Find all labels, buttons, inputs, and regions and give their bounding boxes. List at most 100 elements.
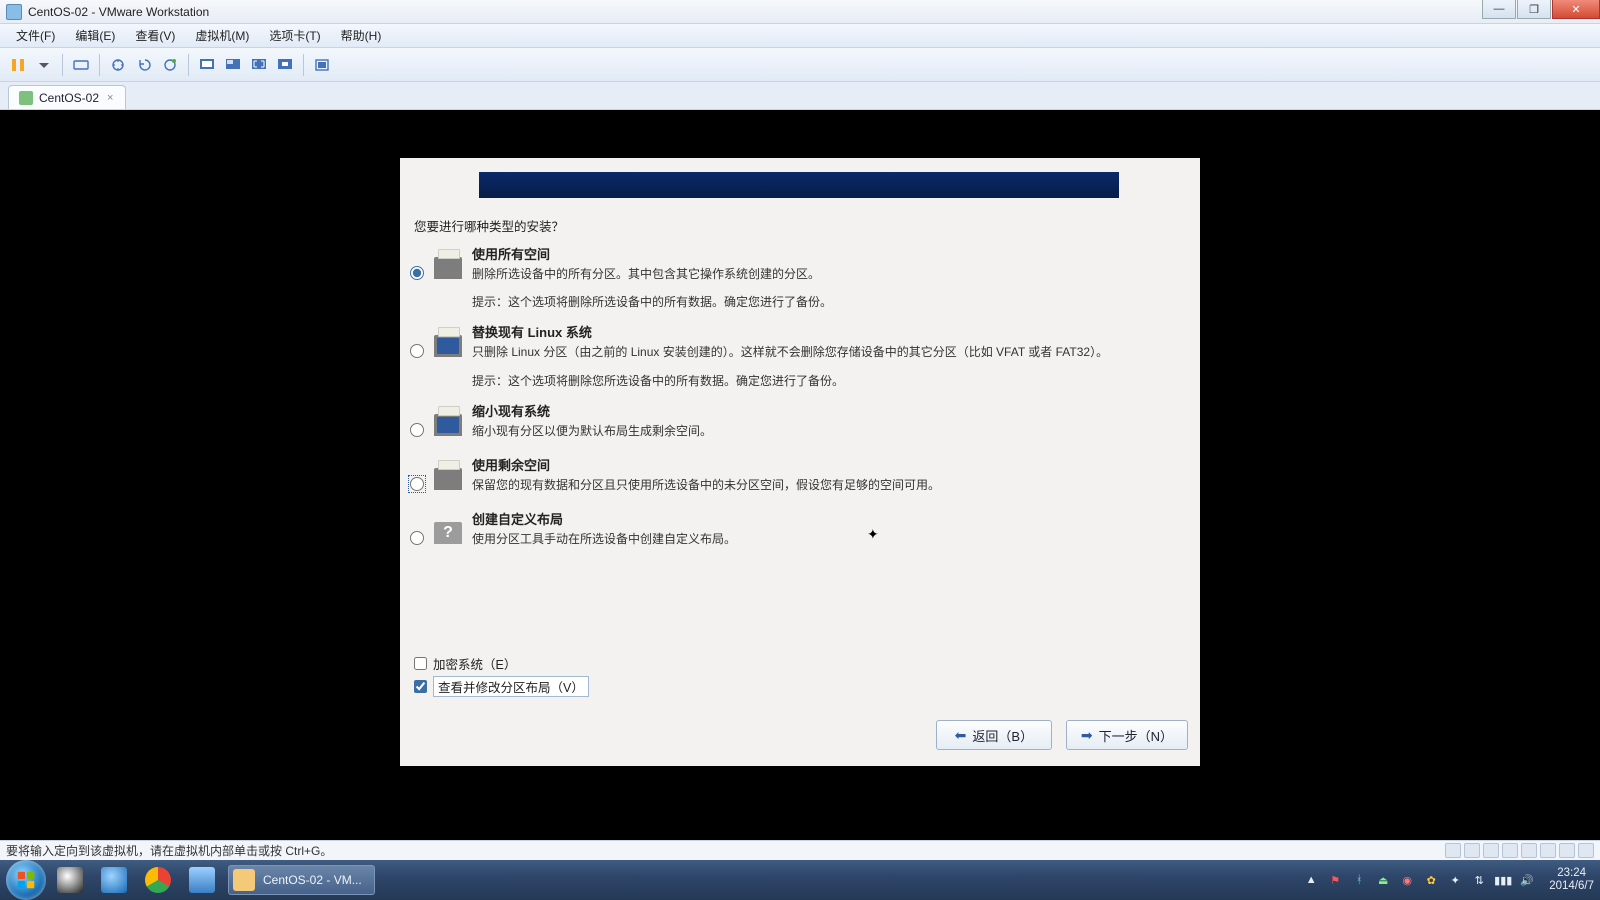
disk-icon <box>432 407 464 443</box>
taskbar-pinned-ie[interactable] <box>94 865 134 895</box>
option-hint: 提示：这个选项将删除您所选设备中的所有数据。确定您进行了备份。 <box>472 372 1180 389</box>
system-tray: ▲ ⚑ ᚼ ⏏ ◉ ✿ ✦ ⇅ ▮▮▮ 🔊 23:24 2014/6/7 <box>1303 860 1594 900</box>
tray-flag-icon[interactable]: ⚑ <box>1327 872 1343 888</box>
disk-icon <box>432 250 464 286</box>
back-button[interactable]: ⬅ 返回（B） <box>936 720 1052 750</box>
back-button-label: 返回（B） <box>972 726 1033 745</box>
disk-icon <box>432 461 464 497</box>
option-use-all-radio[interactable] <box>410 266 424 280</box>
next-button[interactable]: ➡ 下一步（N） <box>1066 720 1188 750</box>
window-maximize-button[interactable]: ❐ <box>1517 0 1551 19</box>
option-desc: 使用分区工具手动在所选设备中创建自定义布局。 <box>472 531 1180 548</box>
tray-network-icon[interactable]: ⇅ <box>1471 872 1487 888</box>
option-title: 缩小现有系统 <box>472 401 1180 420</box>
tab-vm-centos02[interactable]: CentOS-02 × <box>8 85 126 109</box>
vmware-icon <box>233 869 255 891</box>
option-custom[interactable]: ? 创建自定义布局使用分区工具手动在所选设备中创建自定义布局。 <box>410 503 1180 557</box>
taskbar-task-vmware[interactable]: CentOS-02 - VM... <box>228 865 375 895</box>
clock-time: 23:24 <box>1549 867 1594 880</box>
option-desc: 保留您的现有数据和分区且只使用所选设备中的未分区空间，假设您有足够的空间可用。 <box>472 477 1180 494</box>
installer-banner <box>479 172 1119 198</box>
device-cd-icon[interactable] <box>1464 843 1480 858</box>
option-custom-radio[interactable] <box>410 531 424 545</box>
clock-date: 2014/6/7 <box>1549 880 1594 893</box>
tray-safely-remove-icon[interactable]: ⏏ <box>1375 872 1391 888</box>
tray-show-hidden-icon[interactable]: ▲ <box>1303 872 1319 888</box>
toolbar-separator <box>303 54 304 76</box>
device-display-icon[interactable] <box>1559 843 1575 858</box>
tray-app1-icon[interactable]: ◉ <box>1399 872 1415 888</box>
menu-vm[interactable]: 虚拟机(M) <box>185 24 259 47</box>
toolbar <box>0 48 1600 82</box>
option-replace-linux-radio[interactable] <box>410 344 424 358</box>
option-title: 创建自定义布局 <box>472 509 1180 528</box>
start-button[interactable] <box>6 860 46 900</box>
tab-close-icon[interactable]: × <box>105 92 115 104</box>
option-title: 使用剩余空间 <box>472 455 1180 474</box>
window-minimize-button[interactable]: — <box>1482 0 1516 19</box>
taskbar-pinned-explorer[interactable] <box>182 865 222 895</box>
window-close-button[interactable]: ✕ <box>1552 0 1600 19</box>
option-shrink-radio[interactable] <box>410 423 424 437</box>
device-hdd-icon[interactable] <box>1445 843 1461 858</box>
windows-taskbar: CentOS-02 - VM... ▲ ⚑ ᚼ ⏏ ◉ ✿ ✦ ⇅ ▮▮▮ 🔊 … <box>0 860 1600 900</box>
option-use-all[interactable]: 使用所有空间删除所选设备中的所有分区。其中包含其它操作系统创建的分区。提示：这个… <box>410 238 1180 316</box>
toolbar-show-console-icon[interactable] <box>195 53 219 77</box>
option-title: 使用所有空间 <box>472 244 1180 263</box>
taskbar-pinned-chrome[interactable] <box>138 865 178 895</box>
device-message-icon[interactable] <box>1578 843 1594 858</box>
toolbar-stretch-icon[interactable] <box>310 53 334 77</box>
device-network-icon[interactable] <box>1483 843 1499 858</box>
tab-strip: CentOS-02 × <box>0 82 1600 110</box>
toolbar-send-ctrl-alt-del-icon[interactable] <box>69 53 93 77</box>
menu-tabs[interactable]: 选项卡(T) <box>259 24 330 47</box>
disk-icon: ? <box>432 515 464 551</box>
option-title: 替换现有 Linux 系统 <box>472 322 1180 341</box>
window-titlebar: CentOS-02 - VMware Workstation — ❐ ✕ <box>0 0 1600 24</box>
device-usb-icon[interactable] <box>1502 843 1518 858</box>
encrypt-checkbox[interactable] <box>414 657 427 670</box>
option-replace-linux[interactable]: 替换现有 Linux 系统只删除 Linux 分区（由之前的 Linux 安装创… <box>410 316 1180 394</box>
toolbar-unity-icon[interactable] <box>273 53 297 77</box>
arrow-right-icon: ➡ <box>1081 727 1093 744</box>
toolbar-snapshot-manager-icon[interactable] <box>158 53 182 77</box>
tray-wifi-icon[interactable]: ▮▮▮ <box>1495 872 1511 888</box>
host-status-bar: 要将输入定向到该虚拟机，请在虚拟机内部单击或按 Ctrl+G。 <box>0 840 1600 860</box>
tray-app3-icon[interactable]: ✦ <box>1447 872 1463 888</box>
host-status-text: 要将输入定向到该虚拟机，请在虚拟机内部单击或按 Ctrl+G。 <box>6 842 332 859</box>
review-layout-label[interactable]: 查看并修改分区布局（V） <box>433 676 589 697</box>
device-printer-icon[interactable] <box>1540 843 1556 858</box>
arrow-left-icon: ⬅ <box>955 727 967 744</box>
encrypt-label[interactable]: 加密系统（E） <box>433 654 516 673</box>
menu-bar: 文件(F) 编辑(E) 查看(V) 虚拟机(M) 选项卡(T) 帮助(H) <box>0 24 1600 48</box>
toolbar-snapshot-take-icon[interactable] <box>106 53 130 77</box>
tray-app2-icon[interactable]: ✿ <box>1423 872 1439 888</box>
toolbar-fullscreen-icon[interactable] <box>247 53 271 77</box>
taskbar-pinned-qq[interactable] <box>50 865 90 895</box>
option-desc: 只删除 Linux 分区（由之前的 Linux 安装创建的）。这样就不会删除您存… <box>472 344 1180 361</box>
tab-label: CentOS-02 <box>39 91 99 105</box>
app-icon <box>6 4 22 20</box>
toolbar-thumbnail-icon[interactable] <box>221 53 245 77</box>
device-sound-icon[interactable] <box>1521 843 1537 858</box>
option-shrink[interactable]: 缩小现有系统缩小现有分区以便为默认布局生成剩余空间。 <box>410 395 1180 449</box>
vm-display[interactable]: 您要进行哪种类型的安装？ 使用所有空间删除所选设备中的所有分区。其中包含其它操作… <box>0 110 1600 840</box>
option-use-free-radio[interactable] <box>410 477 424 491</box>
toolbar-power-suspend-icon[interactable] <box>6 53 30 77</box>
option-desc: 删除所选设备中的所有分区。其中包含其它操作系统创建的分区。 <box>472 266 1180 283</box>
menu-file[interactable]: 文件(F) <box>6 24 65 47</box>
option-hint: 提示：这个选项将删除所选设备中的所有数据。确定您进行了备份。 <box>472 293 1180 310</box>
tray-bluetooth-icon[interactable]: ᚼ <box>1351 872 1367 888</box>
menu-view[interactable]: 查看(V) <box>125 24 185 47</box>
installer-prompt: 您要进行哪种类型的安装？ <box>414 216 564 235</box>
toolbar-dropdown-icon[interactable] <box>32 53 56 77</box>
option-use-free[interactable]: 使用剩余空间保留您的现有数据和分区且只使用所选设备中的未分区空间，假设您有足够的… <box>410 449 1180 503</box>
menu-edit[interactable]: 编辑(E) <box>65 24 125 47</box>
vm-device-tray <box>1445 843 1594 858</box>
toolbar-snapshot-revert-icon[interactable] <box>132 53 156 77</box>
menu-help[interactable]: 帮助(H) <box>331 24 392 47</box>
tray-volume-icon[interactable]: 🔊 <box>1519 872 1535 888</box>
option-desc: 缩小现有分区以便为默认布局生成剩余空间。 <box>472 423 1180 440</box>
review-layout-checkbox[interactable] <box>414 680 427 693</box>
taskbar-clock[interactable]: 23:24 2014/6/7 <box>1549 867 1594 893</box>
